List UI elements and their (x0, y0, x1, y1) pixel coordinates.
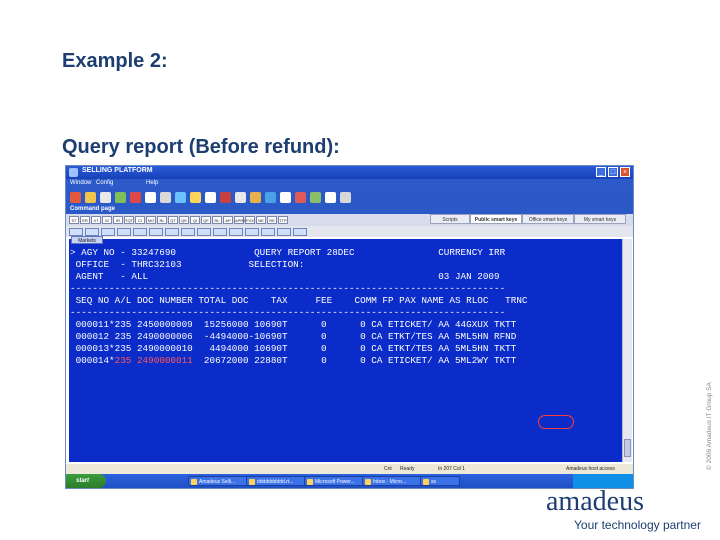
smart-keys-tabs: Scripts Public smart keys Office smart k… (66, 214, 633, 224)
vertical-scrollbar[interactable] (622, 239, 632, 462)
terminal-panel[interactable]: Markets > AGY NO - 33247690 QUERY REPORT… (69, 236, 622, 462)
screenshot-window: SELLING PLATFORM _ □ × Window Config Hel… (65, 165, 634, 489)
taskbar-item[interactable]: Amadeus Selli... (188, 476, 252, 486)
toolbar-icon[interactable] (145, 192, 156, 203)
toolbar-icon[interactable] (325, 192, 336, 203)
slide-title: Example 2: (62, 50, 168, 72)
minimize-button[interactable]: _ (596, 167, 606, 177)
terminal-line: AGENT - ALL 03 JAN 2009 (70, 271, 500, 282)
taskbar-item[interactable]: Microsoft Power... (304, 476, 368, 486)
terminal-line-highlighted-doc: 235 2490000011 (114, 355, 193, 366)
terminal-line: OFFICE - THRC32103 SELECTION: (70, 259, 305, 270)
toolbar-icon[interactable] (175, 192, 186, 203)
toolbar-icon[interactable] (265, 192, 276, 203)
start-button[interactable]: start (66, 474, 106, 488)
amadeus-logo: amadeus Your technology partner (546, 486, 701, 533)
status-position: In 207 Col 1 (438, 466, 465, 472)
smart-keys-row (66, 226, 633, 237)
scrollbar-thumb[interactable] (624, 439, 631, 457)
terminal-line: ----------------------------------------… (70, 307, 506, 318)
command-page-bar: Command page (66, 206, 633, 214)
app-icon (69, 168, 78, 177)
smart-key[interactable] (133, 227, 147, 236)
status-left: Cnt (384, 466, 392, 472)
terminal-line: 000012 235 2490000006 -4494000-10690T 0 … (70, 331, 517, 342)
tktt-highlight-circle (538, 415, 574, 429)
command-page-label: Command page (70, 206, 116, 212)
toolbar-icon[interactable] (310, 192, 321, 203)
taskbar-item[interactable]: Inbox - Micro... (362, 476, 426, 486)
smart-key[interactable] (165, 227, 179, 236)
toolbar-icon[interactable] (130, 192, 141, 203)
terminal-line: 000011*235 2450000009 15256000 10690T 0 … (70, 319, 517, 330)
menu-window[interactable]: Window (70, 180, 91, 186)
terminal-line-rest: 20672000 22880T 0 0 CA ETICKET/ AA 5ML2W… (192, 355, 517, 366)
toolbar-icon[interactable] (220, 192, 231, 203)
tab-my-smart-keys[interactable]: My smart keys (574, 214, 626, 224)
toolbar-icon[interactable] (100, 192, 111, 203)
smart-key[interactable] (213, 227, 227, 236)
terminal-line: > AGY NO - 33247690 QUERY REPORT 28DEC C… (70, 247, 506, 258)
menu-help[interactable]: Help (146, 180, 158, 186)
smart-key[interactable] (245, 227, 259, 236)
logo-wordmark: amadeus (546, 486, 644, 517)
terminal-line-seq: 000014* (70, 355, 115, 366)
close-button[interactable]: × (620, 167, 630, 177)
smart-key[interactable] (69, 227, 83, 236)
status-host: Amadeus host access (566, 466, 615, 472)
logo-tagline: Your technology partner (574, 518, 701, 532)
toolbar-icon[interactable] (340, 192, 351, 203)
smart-key[interactable] (181, 227, 195, 236)
toolbar-icon[interactable] (190, 192, 201, 203)
toolbar-icon[interactable] (160, 192, 171, 203)
window-title: SELLING PLATFORM (82, 167, 153, 174)
tab-public-smart-keys[interactable]: Public smart keys (470, 214, 522, 224)
terminal-line: ----------------------------------------… (70, 283, 506, 294)
smart-key[interactable] (101, 227, 115, 236)
toolbar-icon[interactable] (205, 192, 216, 203)
maximize-button[interactable]: □ (608, 167, 618, 177)
taskbar-item[interactable]: dddddddddd.rt... (246, 476, 310, 486)
smart-key[interactable] (277, 227, 291, 236)
terminal-line: SEQ NO A/L DOC NUMBER TOTAL DOC TAX FEE … (70, 295, 528, 306)
toolbar-icon[interactable] (295, 192, 306, 203)
slide-subtitle: Query report (Before refund): (62, 136, 340, 158)
smart-key[interactable] (149, 227, 163, 236)
status-ready: Ready (400, 466, 415, 472)
toolbar-icon[interactable] (235, 192, 246, 203)
smart-key[interactable] (229, 227, 243, 236)
subtab-markets[interactable]: Markets (71, 236, 103, 244)
taskbar-item[interactable]: ss (420, 476, 460, 486)
tab-scripts[interactable]: Scripts (430, 214, 470, 224)
toolbar-icon[interactable] (250, 192, 261, 203)
toolbar-icon[interactable] (115, 192, 126, 203)
terminal-output: > AGY NO - 33247690 QUERY REPORT 28DEC C… (70, 247, 527, 367)
toolbar (66, 189, 633, 206)
toolbar-icon[interactable] (85, 192, 96, 203)
smart-key[interactable] (261, 227, 275, 236)
toolbar-icon[interactable] (70, 192, 81, 203)
toolbar-icon[interactable] (280, 192, 291, 203)
status-bar: Cnt Ready In 207 Col 1 Amadeus host acce… (66, 464, 633, 474)
copyright-notice: © 2006 Amadeus IT Group SA (706, 382, 713, 470)
window-titlebar: SELLING PLATFORM _ □ × (66, 166, 633, 179)
menubar: Window Config Help (66, 179, 633, 189)
tab-office-smart-keys[interactable]: Office smart keys (522, 214, 574, 224)
terminal-line: 000013*235 2490000010 4494000 10690T 0 0… (70, 343, 517, 354)
smart-key[interactable] (117, 227, 131, 236)
smart-key[interactable] (197, 227, 211, 236)
smart-key[interactable] (85, 227, 99, 236)
smart-key[interactable] (293, 227, 307, 236)
menu-config[interactable]: Config (96, 180, 113, 186)
